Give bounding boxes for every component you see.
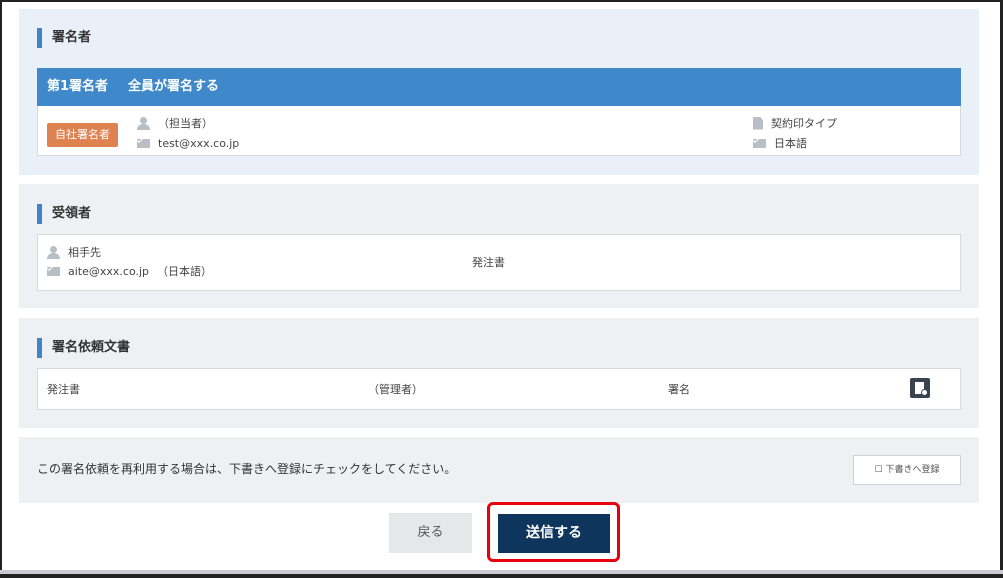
recipient-email: aite@xxx.co.jp [68,264,150,278]
mail-icon [753,138,766,148]
save-draft-checkbox[interactable]: ☐ 下書きへ登録 [853,455,961,485]
documents-title: 署名依頼文書 [37,338,130,358]
document-preview-icon[interactable] [910,378,930,398]
recipients-title: 受領者 [37,204,91,224]
seal-type: 契約印タイプ [771,117,837,130]
recipient-name: 相手先 [68,246,101,259]
recipient-document: 発注書 [472,256,505,269]
signer-name: （担当者） [158,117,213,130]
draft-note: この署名依頼を再利用する場合は、下書きへ登録にチェックをしてください。 [37,462,457,476]
bottom-rule [0,570,1003,574]
back-button[interactable]: 戻る [389,513,472,553]
document-card: 発注書 （管理者） 署名 [37,368,961,410]
signer-card: 自社署名者 （担当者） test@xxx.co.jp 契約印タイプ 日本語 [37,106,961,156]
own-signer-badge: 自社署名者 [47,123,118,147]
mail-icon [47,266,60,276]
signers-title: 署名者 [37,28,91,48]
documents-panel: 署名依頼文書 発注書 （管理者） 署名 [19,318,979,428]
send-button-highlight: 送信する [487,502,620,562]
document-icon [753,116,763,130]
recipient-language: （日本語） [157,265,213,278]
document-action: 署名 [668,383,690,396]
person-icon [47,245,60,259]
document-name: 発注書 [47,383,80,396]
draft-panel: この署名依頼を再利用する場合は、下書きへ登録にチェックをしてください。 ☐ 下書… [19,437,979,503]
signer-email: test@xxx.co.jp [158,136,240,150]
document-role: （管理者） [368,383,423,396]
mail-icon [137,138,150,148]
signers-panel: 署名者 第1署名者 全員が署名する 自社署名者 （担当者） test@xxx.c… [19,9,979,175]
signer-order: 第1署名者 [47,79,109,94]
person-icon [137,116,150,130]
recipient-card: 相手先 aite@xxx.co.jp （日本語） 発注書 [37,234,961,291]
signer-rule: 全員が署名する [128,79,220,94]
signer-header: 第1署名者 全員が署名する [37,68,961,106]
signer-language: 日本語 [774,137,807,150]
recipients-panel: 受領者 相手先 aite@xxx.co.jp （日本語） 発注書 [19,184,979,308]
send-button[interactable]: 送信する [498,514,610,553]
